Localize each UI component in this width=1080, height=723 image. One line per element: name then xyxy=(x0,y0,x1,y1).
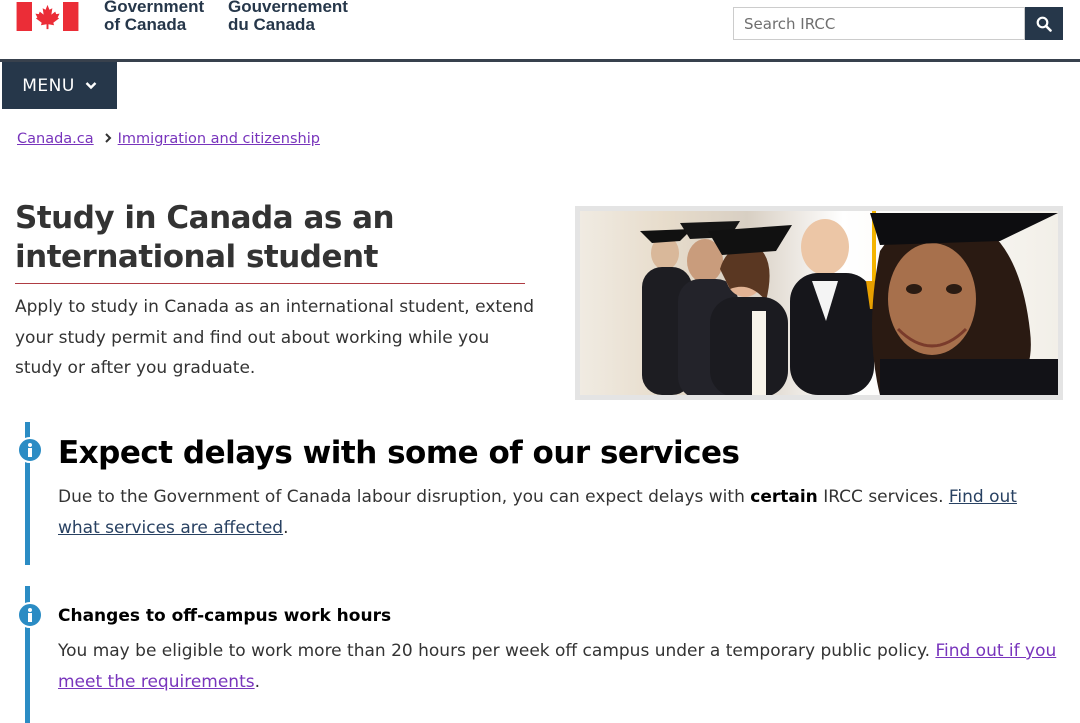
graduates-photo xyxy=(640,211,1058,395)
header-divider xyxy=(0,59,1080,62)
breadcrumb-canada-ca[interactable]: Canada.ca xyxy=(17,131,94,147)
alert-heading-work-hours: Changes to off-campus work hours xyxy=(58,606,392,626)
breadcrumb: Canada.ca Immigration and citizenship xyxy=(17,131,320,147)
page-intro: Apply to study in Canada as an internati… xyxy=(15,297,535,378)
chevron-down-icon xyxy=(85,82,97,90)
hero-image xyxy=(575,206,1063,400)
government-signature-fr: Gouvernement du Canada xyxy=(228,0,348,34)
alert-heading-delays: Expect delays with some of our services xyxy=(58,435,740,471)
menu-label: MENU xyxy=(22,75,75,96)
breadcrumb-immigration-citizenship[interactable]: Immigration and citizenship xyxy=(118,131,320,147)
info-icon xyxy=(17,437,43,463)
government-signature-en: Government of Canada xyxy=(104,0,205,34)
alert-text-delays: Due to the Government of Canada labour d… xyxy=(58,487,1017,538)
search-button[interactable] xyxy=(1025,7,1063,40)
info-icon xyxy=(17,602,43,628)
page-title: Study in Canada as an international stud… xyxy=(15,200,395,275)
chevron-right-icon xyxy=(104,132,112,146)
title-underline xyxy=(15,283,525,284)
canada-flag-logo[interactable] xyxy=(16,2,79,31)
search-field[interactable] xyxy=(733,7,1025,40)
search-icon xyxy=(1036,16,1052,32)
alert-text-work-hours: You may be eligible to work more than 20… xyxy=(58,641,1057,692)
search-input[interactable] xyxy=(734,8,1024,39)
menu-button[interactable]: MENU xyxy=(2,62,117,109)
